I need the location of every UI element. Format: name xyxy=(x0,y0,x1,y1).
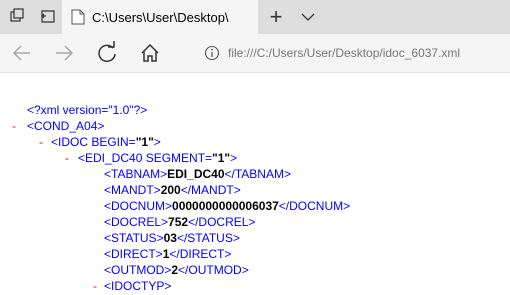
open-tag: <MANDT> xyxy=(104,183,161,197)
collapse-toggle[interactable]: - xyxy=(39,134,43,150)
address-text: file:///C:/Users/User/Desktop/idoc_6037.… xyxy=(228,46,461,60)
tab-preview-icon[interactable] xyxy=(2,0,32,34)
close-tag: </DOCNUM> xyxy=(278,199,351,213)
page-icon xyxy=(71,9,85,25)
open-tag: <DIRECT> xyxy=(104,247,163,261)
field-value: EDI_DC40 xyxy=(167,167,225,181)
tag-edi-dc40: <EDI_DC40 SEGMENT= xyxy=(78,151,213,165)
open-tag: <DOCREL> xyxy=(104,215,169,229)
forward-icon[interactable] xyxy=(46,34,84,72)
field-value: 0000000000006037 xyxy=(172,199,279,213)
back-icon[interactable] xyxy=(2,34,40,72)
field-mandt: <MANDT>200</MANDT> xyxy=(104,182,241,198)
attr-segment-value: "1" xyxy=(212,151,231,165)
tab-active[interactable]: C:\Users\User\Desktop\ xyxy=(62,0,258,34)
open-tag: <DOCNUM> xyxy=(104,199,173,213)
tag-cond-a04: <COND_A04> xyxy=(27,119,105,133)
field-value: 200 xyxy=(160,183,181,197)
close-tag: </DIRECT> xyxy=(169,247,232,261)
close-tag: </OUTMOD> xyxy=(178,263,249,277)
tag-idoc: <IDOC BEGIN= xyxy=(51,135,136,149)
collapse-toggle[interactable]: - xyxy=(93,278,97,294)
field-docnum: <DOCNUM>0000000000006037</DOCNUM> xyxy=(104,198,350,214)
tab-title: C:\Users\User\Desktop\ xyxy=(92,10,229,25)
field-tabnam: <TABNAM>EDI_DC40</TABNAM> xyxy=(104,166,291,182)
tag-end: > xyxy=(230,151,238,165)
new-tab-button[interactable]: + xyxy=(262,2,290,32)
xml-decl-text: <?xml version="1.0"?> xyxy=(27,103,148,117)
field-status: <STATUS>03</STATUS> xyxy=(104,230,240,246)
chevron-down-icon[interactable] xyxy=(294,2,322,32)
close-tag: </MANDT> xyxy=(180,183,241,197)
field-value: 03 xyxy=(163,231,177,245)
open-tag: <STATUS> xyxy=(104,231,164,245)
field-docrel: <DOCREL>752</DOCREL> xyxy=(104,214,255,230)
collapse-toggle[interactable]: - xyxy=(65,150,69,166)
tag-idoctyp: <IDOCTYP> xyxy=(104,279,172,293)
refresh-icon[interactable] xyxy=(88,34,126,72)
tag-end: > xyxy=(153,135,161,149)
field-outmod: <OUTMOD>2</OUTMOD> xyxy=(104,262,249,278)
field-direct: <DIRECT>1</DIRECT> xyxy=(104,246,231,262)
tab-bar: C:\Users\User\Desktop\ + xyxy=(0,0,510,34)
info-icon xyxy=(204,45,220,61)
close-tag: </TABNAM> xyxy=(224,167,291,181)
collapse-toggle[interactable]: - xyxy=(12,118,16,134)
address-bar[interactable]: file:///C:/Users/User/Desktop/idoc_6037.… xyxy=(198,39,510,67)
xml-declaration: <?xml version="1.0"?> xyxy=(27,102,147,118)
attr-begin-value: "1" xyxy=(135,135,154,149)
navigation-bar: file:///C:/Users/User/Desktop/idoc_6037.… xyxy=(0,34,510,73)
tab-aside-icon[interactable] xyxy=(32,0,62,34)
field-value: 752 xyxy=(168,215,189,229)
open-tag: <OUTMOD> xyxy=(104,263,172,277)
home-icon[interactable] xyxy=(131,34,169,72)
open-tag: <TABNAM> xyxy=(104,167,168,181)
close-tag: </STATUS> xyxy=(176,231,240,245)
close-tag: </DOCREL> xyxy=(188,215,256,229)
